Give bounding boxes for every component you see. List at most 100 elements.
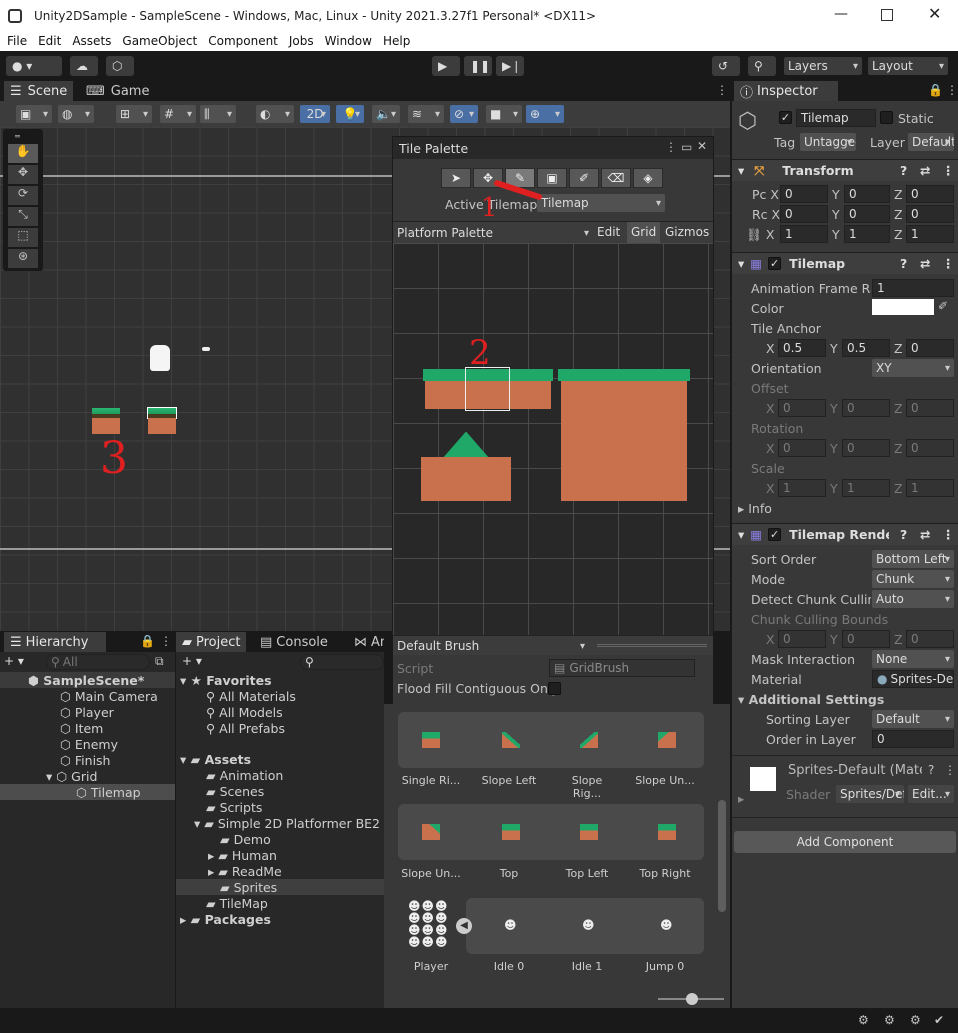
selected-cell[interactable]: [465, 367, 510, 411]
sprite-thumb[interactable]: ☻: [660, 918, 673, 932]
folder-tilemap[interactable]: ▰ TileMap: [206, 896, 268, 911]
material-foldout-icon[interactable]: ▸: [738, 791, 744, 806]
splitter-handle[interactable]: [597, 644, 707, 647]
tab-console[interactable]: ▤ Console: [254, 632, 334, 652]
tab-animation[interactable]: ⋈Anim: [348, 632, 384, 652]
menu-jobs[interactable]: Jobs: [289, 34, 314, 48]
additional-settings-foldout[interactable]: ▾ Additional Settings: [738, 692, 884, 707]
favorites-header[interactable]: ▾ ★ Favorites: [180, 673, 272, 688]
folder-simple-2d[interactable]: ▾ ▰ Simple 2D Platformer BE2: [194, 816, 380, 831]
folder-scenes[interactable]: ▰ Scenes: [206, 784, 264, 799]
tree-item-main-camera[interactable]: ⬡ Main Camera: [60, 689, 158, 704]
draw-mode-dropdown[interactable]: ▣: [16, 105, 52, 123]
progress-icon[interactable]: ⚙: [884, 1013, 895, 1027]
cache-icon[interactable]: ⚙: [910, 1013, 921, 1027]
more-options-icon[interactable]: ⋮: [946, 83, 958, 97]
tile-thumb[interactable]: [580, 824, 598, 840]
tab-game[interactable]: ⌨ Game: [80, 81, 155, 101]
move-tool-icon[interactable]: ✥: [8, 165, 38, 184]
project-search-input[interactable]: ⚲: [300, 654, 384, 670]
rotation-z[interactable]: 0: [906, 205, 954, 223]
cloud-icon[interactable]: ☁: [70, 56, 98, 76]
order-in-layer-field[interactable]: 0: [872, 730, 954, 748]
more-options-icon[interactable]: ⋮: [160, 634, 172, 648]
shader-dropdown[interactable]: Sprites/Default: [836, 785, 904, 803]
tab-inspector[interactable]: ⓘ Inspector: [734, 81, 838, 101]
layers-dropdown[interactable]: Layers: [784, 57, 862, 75]
ground-tile-selected[interactable]: [148, 418, 176, 434]
help-icon[interactable]: ?: [900, 527, 907, 542]
folder-human[interactable]: ▸ ▰ Human: [208, 848, 277, 863]
history-icon[interactable]: ↺: [712, 56, 740, 76]
effects-dropdown[interactable]: ≋: [408, 105, 444, 123]
tilemap-header[interactable]: ▾ ▦ ✓ Tilemap ? ⇄ ⋮: [732, 252, 958, 274]
more-options-icon[interactable]: ⋮: [944, 763, 956, 777]
edit-button[interactable]: Edit: [597, 225, 620, 239]
step-button[interactable]: ▶❘: [496, 56, 524, 76]
visibility-toggle[interactable]: ⊘: [450, 105, 478, 123]
tilemap-renderer-header[interactable]: ▾ ▦ ✓ Tilemap Renderer ? ⇄ ⋮: [732, 523, 958, 545]
link-icon[interactable]: ⛓: [746, 227, 762, 242]
mode-2d-toggle[interactable]: 2D: [300, 105, 330, 123]
player-sprite[interactable]: [150, 345, 170, 371]
transform-header[interactable]: ▾ ⤧ Transform ? ⇄ ⋮: [732, 159, 958, 181]
packages-header[interactable]: ▸ ▰ Packages: [180, 912, 271, 927]
ground-tile-selected[interactable]: [147, 407, 177, 419]
zoom-slider-knob[interactable]: [686, 993, 698, 1005]
close-icon[interactable]: ✕: [697, 139, 707, 153]
render-mode-dropdown[interactable]: ◐: [256, 105, 294, 123]
static-checkbox[interactable]: [880, 111, 893, 124]
check-icon[interactable]: ✔: [934, 1013, 944, 1027]
tree-item-finish[interactable]: ⬡ Finish: [60, 753, 110, 768]
select-tool-icon[interactable]: ➤: [441, 168, 471, 188]
fill-bucket-icon[interactable]: ◈: [633, 168, 663, 188]
brush-scrollbar[interactable]: [718, 800, 726, 912]
picker-icon[interactable]: ✐: [569, 168, 599, 188]
active-tilemap-dropdown[interactable]: Tilemap: [537, 194, 665, 212]
item-sprite[interactable]: [202, 347, 210, 351]
tile-fill[interactable]: [561, 381, 687, 501]
scale-tool-icon[interactable]: ⤡: [8, 207, 38, 226]
menu-file[interactable]: File: [7, 34, 27, 48]
anchor-z[interactable]: 0: [906, 339, 954, 357]
active-checkbox[interactable]: ✓: [779, 111, 792, 124]
account-button[interactable]: ● ▾: [6, 56, 62, 76]
menu-gameobject[interactable]: GameObject: [122, 34, 197, 48]
sorting-layer-dropdown[interactable]: Default: [872, 710, 954, 728]
tab-project[interactable]: ▰ Project: [176, 632, 247, 652]
mode-dropdown[interactable]: Chunk: [872, 570, 954, 588]
tile-thumb[interactable]: [658, 824, 676, 840]
hand-tool-icon[interactable]: ✋: [8, 144, 38, 163]
global-dropdown[interactable]: ◍: [58, 105, 94, 123]
settings-icon[interactable]: ⇄: [920, 256, 930, 271]
tile-thumb[interactable]: [502, 824, 520, 840]
help-icon[interactable]: ?: [900, 163, 907, 178]
box-fill-icon[interactable]: ▣: [537, 168, 567, 188]
brush-dropdown[interactable]: Default Brush: [393, 637, 589, 655]
project-add-button[interactable]: + ▾: [182, 654, 202, 668]
menu-window[interactable]: Window: [325, 34, 372, 48]
layout-dropdown[interactable]: Layout: [868, 57, 948, 75]
fav-all-prefabs[interactable]: ⚲ All Prefabs: [206, 721, 285, 736]
sprite-thumb[interactable]: ☻: [504, 918, 517, 932]
palette-dropdown[interactable]: Platform Palette: [393, 224, 593, 242]
collapse-icon[interactable]: ◀: [456, 918, 472, 934]
palette-grid-view[interactable]: 2: [393, 243, 713, 635]
tile-thumb[interactable]: [502, 732, 520, 748]
camera-dropdown[interactable]: ■: [486, 105, 522, 123]
grid-dropdown[interactable]: #: [160, 105, 196, 123]
maximize-icon[interactable]: [881, 9, 893, 21]
help-icon[interactable]: ?: [900, 256, 907, 271]
tag-dropdown[interactable]: Untagged: [800, 133, 856, 151]
tile-thumb[interactable]: [422, 732, 440, 748]
slope-base-tile[interactable]: [421, 457, 511, 501]
sort-order-dropdown[interactable]: Bottom Left: [872, 550, 954, 568]
pause-button[interactable]: ❚❚: [464, 56, 492, 76]
player-sheet-thumb[interactable]: ☻☻☻ ☻☻☻ ☻☻☻ ☻☻☻: [408, 900, 454, 950]
more-options-icon[interactable]: ⋮: [716, 83, 728, 97]
fav-all-materials[interactable]: ⚲ All Materials: [206, 689, 296, 704]
settings-icon[interactable]: ⇄: [920, 527, 930, 542]
tree-item-grid[interactable]: ▾ ⬡ Grid: [46, 769, 97, 784]
fav-all-models[interactable]: ⚲ All Models: [206, 705, 283, 720]
lock-icon[interactable]: 🔒: [140, 634, 155, 648]
